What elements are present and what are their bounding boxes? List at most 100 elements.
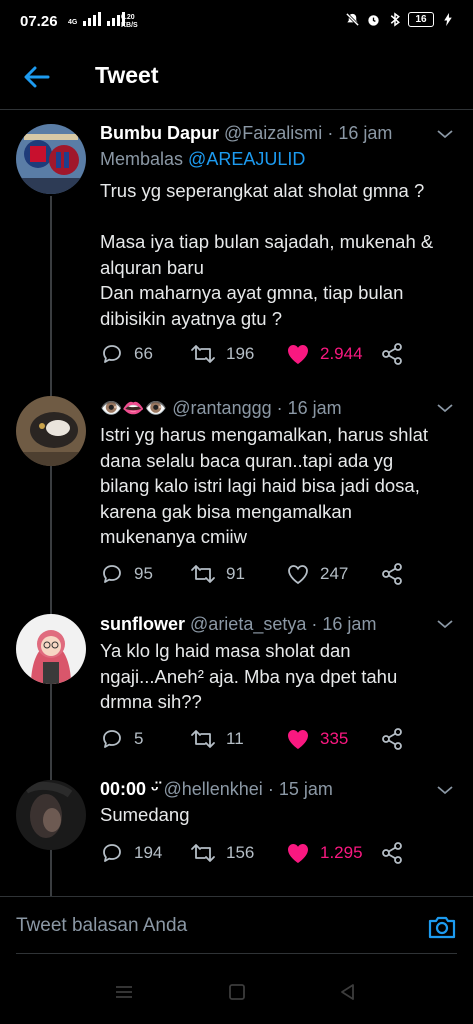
avatar[interactable] <box>16 780 86 850</box>
tweet-time: 16 jam <box>338 123 393 143</box>
share-icon <box>382 563 402 585</box>
retweet-count: 91 <box>226 564 245 583</box>
tweet-text-blank <box>100 204 453 230</box>
share-button[interactable] <box>380 340 404 368</box>
alarm-icon <box>366 12 381 27</box>
retweet-button[interactable]: 11 <box>190 725 244 753</box>
tweet-text-line: Trus yg seperangkat alat sholat gmna ? <box>100 180 425 201</box>
tweet-item[interactable]: sunflower @arieta_setya · 16 jam Ya klo … <box>0 604 473 774</box>
user-handle[interactable]: @arieta_setya <box>190 614 306 634</box>
retweet-button[interactable]: 156 <box>190 839 254 867</box>
tweet-actions: 66 196 2.944 <box>100 340 410 368</box>
avatar[interactable] <box>16 614 86 684</box>
chevron-down-icon[interactable] <box>435 398 455 418</box>
tweet-actions: 194 156 1.295 <box>100 839 410 867</box>
share-button[interactable] <box>380 560 404 588</box>
like-button[interactable]: 1.295 <box>286 839 363 867</box>
reply-button[interactable]: 5 <box>100 725 143 753</box>
reply-icon <box>103 844 121 862</box>
thread-line <box>50 604 52 614</box>
tweet-actions: 5 11 335 <box>100 725 410 753</box>
back-triangle-icon <box>341 984 354 1000</box>
tweet-text-line: Dan maharnya ayat gmna, tiap bulan <box>100 282 404 303</box>
tweet-text-line: mukenanya cmiiw <box>100 526 248 547</box>
net-speed: 0.20 KB/S <box>121 14 138 30</box>
tweet-text-line: Istri yg harus mengamalkan, harus shlat <box>100 424 429 445</box>
display-name[interactable]: 👁️👄👁️ <box>100 398 167 418</box>
like-count: 247 <box>320 564 349 583</box>
tweet-time: 16 jam <box>287 398 342 418</box>
reply-count: 5 <box>134 729 144 748</box>
camera-button[interactable] <box>427 912 457 942</box>
user-handle[interactable]: @hellenkhei <box>163 779 262 799</box>
tweet-text: Trus yg seperangkat alat sholat gmna ? M… <box>100 178 453 331</box>
separator-dot: · <box>276 398 283 418</box>
like-button[interactable]: 335 <box>286 725 348 753</box>
replying-to: Membalas @AREAJULID <box>100 147 305 171</box>
chevron-down-icon[interactable] <box>435 614 455 634</box>
display-name[interactable]: sunflower <box>100 614 185 634</box>
reply-count: 66 <box>134 344 153 363</box>
reply-button[interactable]: 66 <box>100 340 153 368</box>
tweet-text: Sumedang <box>100 802 453 828</box>
tweet-time: 15 jam <box>278 779 333 799</box>
replying-to-handle[interactable]: @AREAJULID <box>188 149 305 169</box>
camera-icon <box>428 916 456 939</box>
tweet-text-line: alquran baru <box>100 256 204 278</box>
tweet-item[interactable]: 00:00 ᵕ̈ @hellenkhei · 15 jam Sumedang 1… <box>0 774 473 896</box>
share-button[interactable] <box>380 839 404 867</box>
tweet-header: 00:00 ᵕ̈ @hellenkhei · 15 jam <box>100 777 433 801</box>
battery-icon: 16 <box>408 12 434 27</box>
user-handle[interactable]: @rantanggg <box>172 398 271 418</box>
tweet-item[interactable]: Bumbu Dapur @Faizalismi · 16 jam Membala… <box>0 110 473 390</box>
back-button[interactable] <box>20 60 54 94</box>
tweet-header: sunflower @arieta_setya · 16 jam <box>100 612 433 636</box>
tweet-text-line: dibisikin ayatnya gtu ? <box>100 307 283 329</box>
heart-icon <box>288 844 308 863</box>
heart-icon <box>288 730 308 749</box>
avatar[interactable] <box>16 124 86 194</box>
retweet-icon <box>191 565 215 583</box>
back-nav-button[interactable] <box>338 982 360 1002</box>
tweet-item[interactable]: 👁️👄👁️ @rantanggg · 16 jam Istri yg harus… <box>0 390 473 604</box>
separator-dot: · <box>311 614 318 634</box>
like-count: 2.944 <box>320 344 363 363</box>
chevron-down-icon[interactable] <box>435 124 455 144</box>
page-title: Tweet <box>95 62 159 88</box>
chevron-down-icon[interactable] <box>435 780 455 800</box>
menu-icon <box>116 986 132 998</box>
share-icon <box>382 728 402 750</box>
tweet-text-line: Masa iya tiap bulan sajadah, mukenah & <box>100 231 434 252</box>
thread-line <box>50 466 52 604</box>
share-icon <box>382 842 402 864</box>
tweet-text-line: drmna sih?? <box>100 691 202 712</box>
net-speed-unit: KB/S <box>121 22 138 29</box>
top-app-bar: Tweet <box>0 44 473 110</box>
avatar[interactable] <box>16 396 86 466</box>
retweet-icon <box>191 730 215 748</box>
reply-button[interactable]: 95 <box>100 560 153 588</box>
user-handle[interactable]: @Faizalismi <box>224 123 322 143</box>
retweet-icon <box>191 844 215 862</box>
like-button[interactable]: 247 <box>286 560 348 588</box>
network-type: 4G <box>68 19 78 26</box>
reply-count: 194 <box>134 843 163 862</box>
share-button[interactable] <box>380 725 404 753</box>
display-name[interactable]: Bumbu Dapur <box>100 123 219 143</box>
mute-icon <box>345 12 360 27</box>
separator-dot: · <box>327 123 334 143</box>
tweet-time: 16 jam <box>322 614 377 634</box>
reply-button[interactable]: 194 <box>100 839 162 867</box>
tweet-actions: 95 91 247 <box>100 560 410 588</box>
reply-composer: Tweet balasan Anda <box>0 896 473 958</box>
retweet-button[interactable]: 196 <box>190 340 254 368</box>
display-name[interactable]: 00:00 ᵕ̈ <box>100 779 158 799</box>
retweet-button[interactable]: 91 <box>190 560 245 588</box>
reply-input[interactable]: Tweet balasan Anda <box>16 915 187 937</box>
tweet-text-line: Ya klo lg haid masa sholat dan <box>100 640 351 661</box>
thread-line <box>50 684 52 774</box>
tweet-header: 👁️👄👁️ @rantanggg · 16 jam <box>100 396 433 420</box>
like-button[interactable]: 2.944 <box>286 340 363 368</box>
home-button[interactable] <box>227 982 249 1002</box>
recents-button[interactable] <box>114 982 136 1002</box>
